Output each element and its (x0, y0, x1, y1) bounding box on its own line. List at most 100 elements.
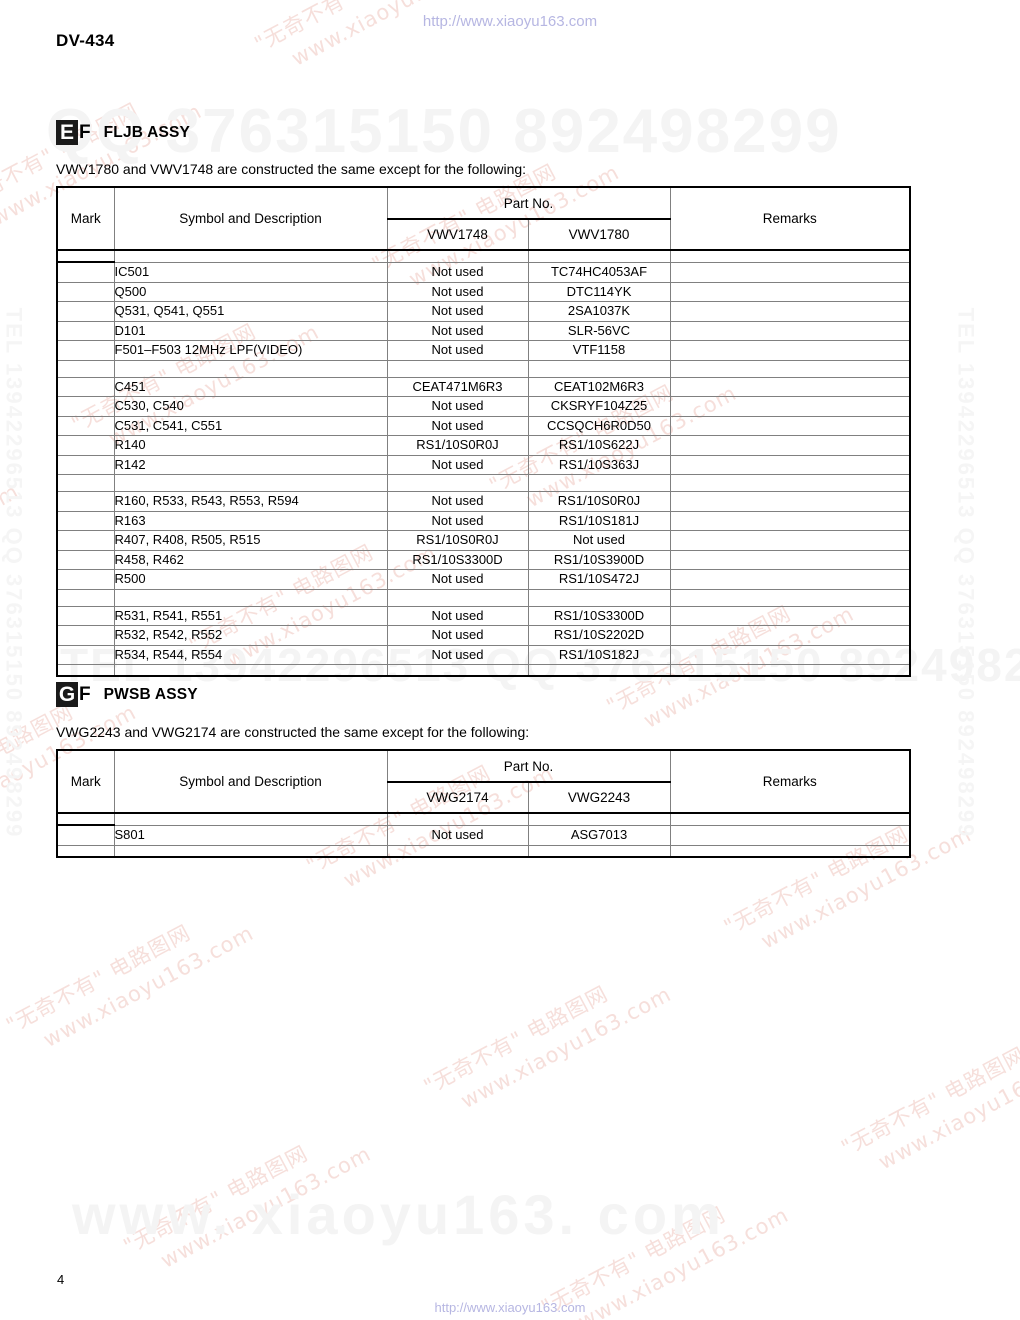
header-url[interactable]: http://www.xiaoyu163.com (0, 13, 1020, 30)
table-header-row-1: Mark Symbol and Description Part No. Rem… (56, 186, 911, 251)
diagonal-watermark: "无奇不有" 电路图网www.xiaoyu163.com (537, 1202, 793, 1320)
table-pad-row (56, 664, 911, 677)
cell-part-a: Not used (386, 454, 529, 475)
cell-part-b: RS1/10S622J (527, 435, 671, 456)
table-row: R531, R541, R551 Not used RS1/10S3300D (56, 605, 911, 626)
cell-symbol: S801 (113, 824, 388, 846)
cell-symbol (113, 588, 388, 607)
cell-symbol (113, 359, 388, 378)
mark-suffix: F (79, 684, 91, 705)
cell-remarks (669, 549, 911, 570)
cell-mark (56, 340, 115, 361)
cell-mark (56, 301, 115, 322)
cell-remarks (669, 359, 911, 378)
table-body: IC501 Not used TC74HC4053AF Q500 Not used DTC… (56, 249, 911, 677)
table-pad-row (56, 844, 911, 857)
cell-part-b: SLR-56VC (527, 320, 671, 341)
cell-remarks (669, 491, 911, 512)
cell-part-b: VTF1158 (527, 340, 671, 361)
model-number: DV-434 (56, 31, 115, 50)
watermark-bottom: www. xiaoyu163. com (72, 1183, 725, 1246)
cell-part-a: Not used (386, 396, 529, 417)
cell-part-b: TC74HC4053AF (527, 261, 671, 283)
cell-remarks (669, 454, 911, 475)
cell-symbol: F501–F503 12MHz LPF(VIDEO) (113, 340, 388, 361)
cell-remarks (669, 415, 911, 436)
cell-part-b: RS1/10S182J (527, 644, 671, 665)
page-number: 4 (57, 1272, 65, 1287)
cell-mark (56, 569, 115, 590)
cell-remarks (669, 474, 911, 492)
cell-symbol: Q500 (113, 281, 388, 302)
table-spacer-row (56, 588, 911, 607)
cell-part-b: RS1/10S2202D (527, 625, 671, 646)
cell-remarks (669, 435, 911, 456)
mark-suffix: F (79, 122, 91, 143)
table-row: R458, R462 RS1/10S3300D RS1/10S3900D (56, 549, 911, 570)
section-note-pwsb: VWG2243 and VWG2174 are constructed the … (56, 724, 530, 740)
cell-part-b (527, 474, 671, 492)
table-row: C530, C540 Not used CKSRYF104Z25 (56, 396, 911, 417)
cell-part-a: Not used (386, 605, 529, 626)
cell-mark (56, 454, 115, 475)
cell-mark (56, 474, 115, 492)
cell-remarks (669, 824, 911, 846)
watermark-side-left: TEL 13942296513 QQ 376315150 892498299 (1, 307, 27, 839)
cell-remarks (669, 340, 911, 361)
cell-remarks (669, 510, 911, 531)
cell-mark (56, 644, 115, 665)
diagonal-watermark: "无奇不有" 电路图网www.xiaoyu163.com (837, 1042, 1020, 1175)
parts-table-pwsb: Mark Symbol and Description Part No. Rem… (56, 749, 911, 858)
section-title: FLJB ASSY (103, 123, 191, 141)
header-mark: Mark (56, 186, 115, 251)
section-heading-pwsb: G F PWSB ASSY (56, 682, 198, 707)
header-part-a: VWV1748 (386, 218, 529, 251)
cell-part-a: RS1/10S0R0J (386, 435, 529, 456)
cell-mark (56, 491, 115, 512)
cell-part-a: Not used (386, 491, 529, 512)
cell-part-a: Not used (386, 301, 529, 322)
cell-part-b: RS1/10S363J (527, 454, 671, 475)
table-row: R500 Not used RS1/10S472J (56, 569, 911, 590)
cell-mark (56, 824, 115, 846)
cell-symbol: D101 (113, 320, 388, 341)
cell-remarks (669, 569, 911, 590)
cell-remarks (669, 396, 911, 417)
cell-part-a (386, 474, 529, 492)
section-title: PWSB ASSY (103, 685, 198, 703)
table-row: R534, R544, R554 Not used RS1/10S182J (56, 644, 911, 665)
cell-mark (56, 549, 115, 570)
cell-remarks (669, 530, 911, 551)
table-pad-row (56, 249, 911, 263)
cell-remarks (669, 376, 911, 397)
cell-part-b: RS1/10S0R0J (527, 491, 671, 512)
section-heading-fljb: E F FLJB ASSY (56, 120, 190, 145)
table-row: Q500 Not used DTC114YK (56, 281, 911, 302)
cell-remarks (669, 644, 911, 665)
cell-part-a (386, 359, 529, 378)
watermark-side-right: TEL 13942296513 QQ 376315150 892498299 (953, 307, 979, 839)
cell-symbol: C451 (113, 376, 388, 397)
cell-part-b: Not used (527, 530, 671, 551)
cell-part-b: DTC114YK (527, 281, 671, 302)
table-header-row-1: Mark Symbol and Description Part No. Rem… (56, 749, 911, 814)
cell-part-a: Not used (386, 281, 529, 302)
parts-table-fljb: Mark Symbol and Description Part No. Rem… (56, 186, 911, 677)
header-remarks: Remarks (669, 749, 911, 814)
diagonal-watermark: "无奇不有" 电路图网www.xiaoyu163.com (2, 920, 258, 1053)
table-row: R163 Not used RS1/10S181J (56, 510, 911, 531)
diagonal-watermark: "无奇不有" 电路图网www.xiaoyu163.com (419, 981, 676, 1114)
cell-symbol: R163 (113, 510, 388, 531)
cell-part-a: Not used (386, 320, 529, 341)
header-part-a: VWG2174 (386, 781, 529, 814)
header-remarks: Remarks (669, 186, 911, 251)
footer-url[interactable]: http://www.xiaoyu163.com (0, 1300, 1020, 1315)
cell-mark (56, 415, 115, 436)
cell-symbol: Q531, Q541, Q551 (113, 301, 388, 322)
cell-part-a (386, 588, 529, 607)
cell-part-b: RS1/10S472J (527, 569, 671, 590)
cell-part-a: Not used (386, 824, 529, 846)
mark-badge-icon: G (56, 682, 78, 707)
cell-remarks (669, 625, 911, 646)
cell-remarks (669, 605, 911, 626)
